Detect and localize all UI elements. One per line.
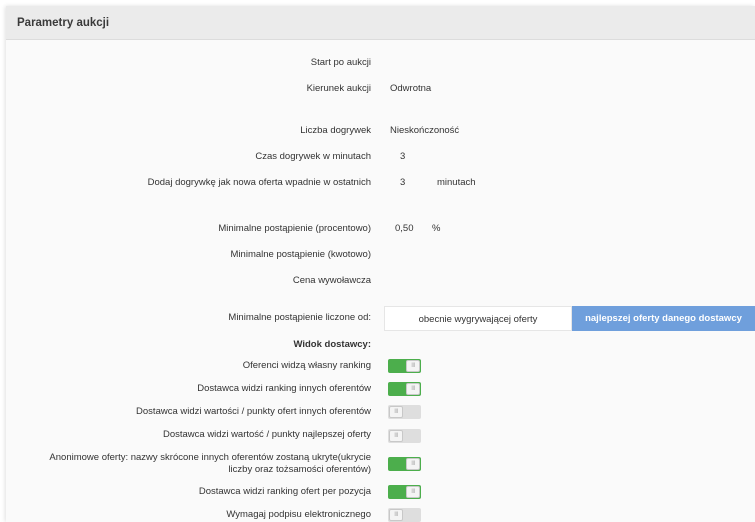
toggle-label-best-offer-value: Dostawca widzi wartość / punkty najlepsz…: [162, 429, 371, 440]
toggle-label-own-ranking: Oferenci widzą własny ranking: [242, 360, 371, 371]
toggle-knob: III: [406, 360, 420, 372]
toggle-anonymous-offers[interactable]: III: [388, 457, 421, 471]
toggle-label-others-values: Dostawca widzi wartości / punkty ofert i…: [136, 406, 371, 417]
toggle-knob: III: [389, 509, 403, 521]
toggle-label-anonymous-offers: Anonimowe oferty: nazwy skrócone innych …: [49, 452, 371, 475]
toggle-label-ranking-per-item: Dostawca widzi ranking ofert per pozycja: [198, 486, 371, 497]
panel-title: Parametry aukcji: [17, 17, 110, 29]
toggle-knob: III: [406, 458, 420, 470]
start-after-auction-label: Start po aukcji: [310, 57, 371, 68]
starting-price-label: Cena wywoławcza: [292, 275, 371, 286]
extension-time-label: Czas dogrywek w minutach: [255, 151, 371, 162]
min-step-percent-unit: %: [432, 223, 441, 234]
min-step-percent-value: 0,50: [395, 223, 414, 234]
min-step-amount-label: Minimalne postąpienie (kwotowo): [230, 249, 371, 260]
auction-direction-value: Odwrotna: [390, 83, 432, 94]
toggle-own-ranking[interactable]: III: [388, 359, 421, 373]
toggle-e-signature[interactable]: III: [388, 508, 421, 522]
panel-header: Parametry aukcji: [6, 6, 755, 40]
toggle-label-e-signature: Wymagaj podpisu elektronicznego: [226, 509, 371, 520]
toggle-knob: III: [389, 406, 403, 418]
auction-parameters-panel: Parametry aukcji Start po aukcji Kierune…: [6, 6, 755, 522]
min-step-percent-label: Minimalne postąpienie (procentowo): [218, 223, 371, 234]
min-step-from-supplier-best-button[interactable]: najlepszej oferty danego dostawcy: [572, 306, 755, 331]
extension-trigger-unit: minutach: [437, 177, 476, 188]
extension-time-value: 3: [400, 151, 406, 162]
toggle-knob: III: [406, 383, 420, 395]
toggle-knob: III: [406, 486, 420, 498]
toggle-best-offer-value[interactable]: III: [388, 429, 421, 443]
supplier-view-heading: Widok dostawcy:: [293, 339, 371, 350]
extension-trigger-label: Dodaj dogrywkę jak nowa oferta wpadnie w…: [147, 177, 371, 188]
min-step-from-current-winning-button[interactable]: obecnie wygrywającej oferty: [384, 306, 572, 331]
auction-direction-label: Kierunek aukcji: [306, 83, 371, 94]
toggle-label-others-ranking: Dostawca widzi ranking innych oferentów: [197, 383, 371, 394]
extension-trigger-value: 3: [400, 177, 406, 188]
toggle-others-ranking[interactable]: III: [388, 382, 421, 396]
toggle-ranking-per-item[interactable]: III: [388, 485, 421, 499]
min-step-from-label: Minimalne postąpienie liczone od:: [228, 312, 371, 323]
extensions-count-value: Nieskończoność: [390, 125, 460, 136]
toggle-others-values[interactable]: III: [388, 405, 421, 419]
toggle-knob: III: [389, 430, 403, 442]
extensions-count-label: Liczba dogrywek: [300, 125, 371, 136]
